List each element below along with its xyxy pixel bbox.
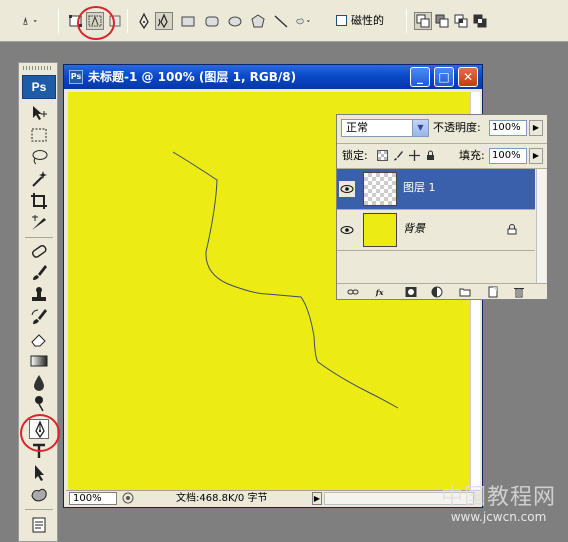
pen-tool-highlight-circle	[20, 414, 60, 452]
lock-icon	[507, 224, 517, 235]
healing-brush-tool-icon[interactable]	[29, 241, 49, 261]
opacity-label: 不透明度:	[433, 121, 481, 134]
adjustment-layer-icon[interactable]	[431, 286, 443, 298]
watermark-url: www.jcwcn.com	[450, 510, 547, 524]
crop-tool-icon[interactable]	[29, 191, 49, 211]
eye-icon[interactable]	[339, 222, 355, 238]
add-area-icon[interactable]	[414, 12, 432, 30]
toolbox-grip[interactable]	[23, 66, 53, 70]
pen-icon[interactable]	[136, 13, 152, 29]
subtract-area-icon[interactable]	[434, 13, 450, 29]
polygon-icon[interactable]	[250, 13, 266, 29]
layer-row[interactable]: 背景	[337, 210, 535, 250]
notes-tool-icon[interactable]	[29, 515, 49, 535]
layer-name: 图层 1	[403, 181, 436, 194]
status-menu-arrow[interactable]: ▶	[312, 492, 322, 505]
intersect-area-icon[interactable]	[453, 13, 469, 29]
line-icon[interactable]	[273, 13, 289, 29]
fill-field[interactable]: 100%	[489, 148, 527, 164]
fx-icon[interactable]: fx	[375, 286, 391, 298]
path-selection-tool-icon[interactable]	[29, 463, 49, 483]
layer-mask-icon[interactable]	[405, 286, 417, 298]
lasso-tool-icon[interactable]	[29, 147, 49, 167]
new-layer-icon[interactable]	[487, 286, 499, 298]
move-tool-icon[interactable]	[29, 103, 49, 123]
layer-name: 背景	[403, 222, 425, 235]
document-title: 未标题-1 @ 100% (图层 1, RGB/8)	[88, 70, 297, 84]
custom-shape-tool-icon[interactable]	[29, 485, 49, 505]
maximize-button[interactable]: □	[434, 67, 454, 87]
layer-row[interactable]: 图层 1	[337, 169, 535, 209]
layers-panel: 正常 ▼ 不透明度: 100% ▶ 锁定: 填充: 100% ▶ 图层 1 背景…	[336, 114, 548, 300]
status-bar: 100% 文档:468.8K/0 字节 ▶	[66, 490, 480, 505]
clone-stamp-tool-icon[interactable]	[29, 285, 49, 305]
opacity-arrow-icon[interactable]: ▶	[529, 120, 543, 136]
history-brush-tool-icon[interactable]	[29, 307, 49, 327]
magnetic-checkbox[interactable]: 磁性的	[336, 13, 396, 29]
exclude-area-icon[interactable]	[472, 13, 488, 29]
lock-all-icon[interactable]	[425, 150, 436, 161]
brush-tool-icon[interactable]	[29, 263, 49, 283]
lock-label: 锁定:	[342, 149, 368, 162]
slice-tool-icon[interactable]	[29, 213, 49, 233]
document-info: 文档:468.8K/0 字节	[176, 493, 268, 504]
watermark: 中国教程网 www.jcwcn.com	[440, 485, 556, 525]
toolbox: Ps	[18, 62, 58, 542]
marquee-tool-icon[interactable]	[29, 125, 49, 145]
close-button[interactable]: ✕	[458, 67, 478, 87]
chevron-down-icon[interactable]: ▼	[412, 120, 428, 136]
paths-highlight-circle	[77, 6, 115, 40]
magic-wand-tool-icon[interactable]	[29, 169, 49, 189]
opacity-field[interactable]: 100%	[489, 120, 527, 136]
layers-scrollbar[interactable]	[536, 169, 546, 283]
blend-mode-select[interactable]: 正常 ▼	[341, 119, 429, 137]
options-bar: 磁性的	[0, 0, 568, 42]
new-group-icon[interactable]	[459, 286, 471, 298]
navigator-icon[interactable]	[122, 492, 134, 504]
document-ps-icon: Ps	[69, 70, 83, 84]
lock-transparency-icon[interactable]	[377, 150, 388, 161]
fill-label: 填充:	[459, 149, 485, 162]
pen-preset-icon[interactable]	[22, 13, 50, 29]
watermark-title: 中国教程网	[440, 485, 556, 510]
freeform-pen-icon[interactable]	[155, 12, 173, 30]
link-layers-icon[interactable]	[347, 286, 359, 298]
svg-text:fx: fx	[375, 288, 384, 297]
layers-toolbar: fx	[337, 283, 547, 299]
eraser-tool-icon[interactable]	[29, 329, 49, 349]
lock-pixels-icon[interactable]	[393, 150, 404, 161]
dodge-tool-icon[interactable]	[29, 393, 49, 413]
ps-logo[interactable]: Ps	[22, 75, 56, 99]
trash-icon[interactable]	[513, 286, 525, 298]
magnetic-label: 磁性的	[351, 14, 384, 27]
layer-thumbnail	[363, 172, 397, 206]
layer-thumbnail	[363, 213, 397, 247]
zoom-field[interactable]: 100%	[69, 492, 117, 505]
ellipse-icon[interactable]	[227, 13, 243, 29]
blur-tool-icon[interactable]	[29, 373, 49, 393]
gradient-tool-icon[interactable]	[29, 351, 49, 371]
eye-icon[interactable]	[339, 181, 355, 197]
rectangle-icon[interactable]	[180, 13, 196, 29]
lock-position-icon[interactable]	[409, 150, 420, 161]
minimize-button[interactable]: _	[410, 67, 430, 87]
fill-arrow-icon[interactable]: ▶	[529, 148, 543, 164]
rounded-rectangle-icon[interactable]	[204, 13, 220, 29]
custom-shape-icon[interactable]	[295, 13, 325, 29]
blend-mode-value: 正常	[346, 121, 368, 134]
document-title-bar[interactable]: Ps 未标题-1 @ 100% (图层 1, RGB/8) _ □ ✕	[64, 65, 482, 89]
